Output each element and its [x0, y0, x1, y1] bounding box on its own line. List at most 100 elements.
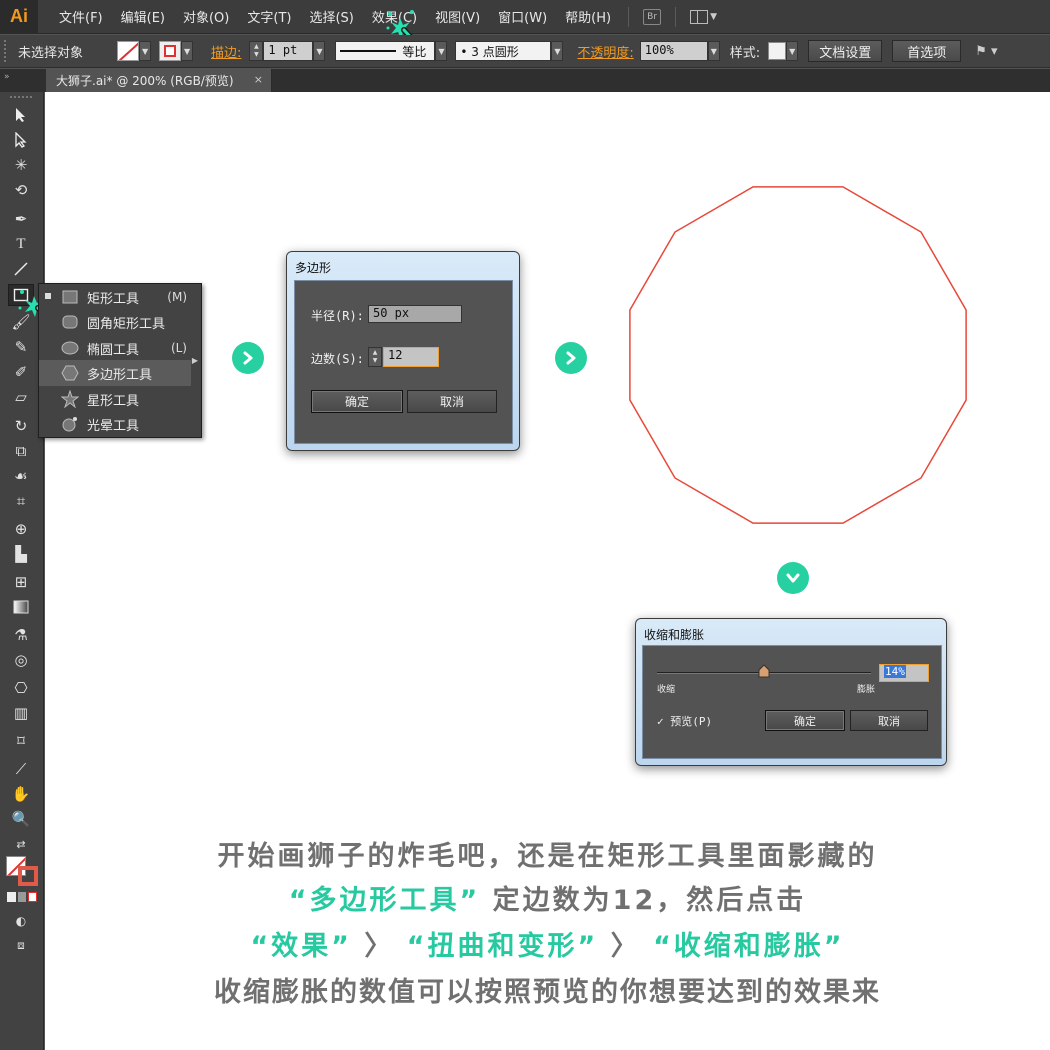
pucker-bloat-value-input[interactable]: 14%: [879, 664, 929, 682]
drawing-mode-icon[interactable]: ◐: [8, 910, 34, 932]
caption-separator: 〉: [364, 931, 395, 962]
panel-menu-icon[interactable]: ⚑ ▾: [975, 44, 997, 59]
default-colors-icon[interactable]: ⇄: [8, 833, 34, 855]
sides-input[interactable]: 12: [383, 347, 439, 367]
flyout-item-label: 多边形工具: [87, 367, 153, 383]
fill-stroke-swatch[interactable]: [6, 856, 38, 886]
shape-tools-flyout: 矩形工具 (M) 圆角矩形工具 椭圆工具 (L) 多边形工具 星形工具 光晕工具…: [38, 283, 202, 438]
screen-mode-icon[interactable]: ⧈: [8, 934, 34, 956]
blob-brush-icon[interactable]: ✐: [8, 361, 34, 383]
scale-tool-icon[interactable]: ⧉: [8, 440, 34, 462]
flyout-item-label: 星形工具: [87, 393, 140, 409]
document-tab[interactable]: 大狮子.ai* @ 200% (RGB/预览) ×: [46, 69, 272, 92]
hand-tool-icon[interactable]: ✋: [8, 783, 34, 805]
menu-object[interactable]: 对象(O): [174, 7, 238, 26]
shortcut-label: (L): [170, 341, 187, 355]
brush-dropdown[interactable]: ▼: [551, 41, 564, 61]
stroke-profile-field[interactable]: 等比: [335, 41, 436, 61]
flyout-item-flare[interactable]: 光晕工具: [39, 411, 191, 437]
stroke-label[interactable]: 描边:: [207, 42, 245, 61]
preview-checkbox[interactable]: ✓ 预览(P): [657, 713, 712, 729]
panel-grip[interactable]: [10, 96, 32, 100]
caption-line-2: “多边形工具” 定边数为12，然后点击: [45, 878, 1050, 917]
fill-swatch[interactable]: [117, 41, 140, 61]
free-transform-icon[interactable]: ⌗: [8, 490, 34, 512]
caption-highlight: “扭曲和变形”: [406, 931, 599, 962]
stroke-swatch[interactable]: [159, 41, 182, 61]
flyout-item-polygon[interactable]: 多边形工具: [39, 360, 191, 386]
opacity-label[interactable]: 不透明度:: [573, 42, 637, 61]
mesh-tool-icon[interactable]: ⊞: [8, 571, 34, 593]
ok-button[interactable]: 确定: [311, 390, 403, 413]
menu-help[interactable]: 帮助(H): [556, 7, 620, 26]
type-tool-icon[interactable]: T: [8, 233, 34, 255]
chevron-down-icon[interactable]: ▼: [710, 12, 717, 22]
artboard-tool-icon[interactable]: ⌑: [8, 730, 34, 752]
brush-field[interactable]: • 3 点圆形: [455, 41, 552, 61]
pucker-label: 收缩: [657, 685, 676, 695]
line-tool-icon[interactable]: [8, 258, 34, 280]
pen-tool-icon[interactable]: ✒: [8, 208, 34, 230]
close-icon[interactable]: ×: [254, 73, 263, 86]
perspective-grid-icon[interactable]: ▙: [8, 543, 34, 565]
stroke-dropdown[interactable]: ▼: [181, 41, 194, 61]
lasso-icon[interactable]: ⟲: [8, 179, 34, 201]
flyout-expand-icon[interactable]: ▶: [192, 356, 198, 365]
flyout-item-rectangle[interactable]: 矩形工具 (M): [39, 284, 191, 310]
flyout-item-ellipse[interactable]: 椭圆工具 (L): [39, 335, 191, 361]
graph-tool-icon[interactable]: ▥: [8, 702, 34, 724]
zoom-tool-icon[interactable]: 🔍: [8, 808, 34, 830]
flyout-item-star[interactable]: 星形工具: [39, 386, 191, 412]
magic-wand-icon[interactable]: ✳: [8, 154, 34, 176]
menu-select[interactable]: 选择(S): [300, 7, 362, 26]
selection-status: 未选择对象: [18, 45, 84, 61]
eraser-icon[interactable]: ▱: [8, 386, 34, 408]
symbol-sprayer-icon[interactable]: ⎔: [8, 677, 34, 699]
dodecagon-shape[interactable]: [620, 178, 976, 532]
radius-input[interactable]: 50 px: [368, 305, 462, 323]
caption-text: 定边数为12，然后点击: [492, 885, 807, 916]
ok-button[interactable]: 确定: [765, 710, 845, 731]
collapse-icon[interactable]: »: [4, 72, 10, 82]
slice-tool-icon[interactable]: ⟋: [8, 758, 34, 780]
rotate-tool-icon[interactable]: ↻: [8, 415, 34, 437]
warp-tool-icon[interactable]: ☙: [8, 465, 34, 487]
bridge-button[interactable]: Br: [643, 8, 662, 25]
gradient-tool-icon[interactable]: [8, 596, 34, 618]
fill-dropdown[interactable]: ▼: [139, 41, 152, 61]
caption-line-3: “效果” 〉 “扭曲和变形” 〉 “收缩和膨胀”: [45, 924, 1050, 963]
flyout-item-rounded-rectangle[interactable]: 圆角矩形工具: [39, 309, 191, 335]
cancel-button[interactable]: 取消: [407, 390, 497, 413]
arrange-documents-icon[interactable]: [690, 9, 709, 24]
stroke-profile-dropdown[interactable]: ▼: [435, 41, 448, 61]
opacity-field[interactable]: 100%: [639, 41, 708, 61]
stroke-weight-stepper[interactable]: ▲ ▼: [249, 41, 264, 61]
flyout-item-label: 矩形工具: [87, 291, 140, 307]
blend-tool-icon[interactable]: ◎: [8, 649, 34, 671]
direct-selection-tool-icon[interactable]: [8, 129, 34, 151]
rounded-rectangle-icon: [59, 311, 81, 333]
slider-thumb-icon[interactable]: [758, 664, 770, 678]
shape-builder-icon[interactable]: ⊕: [8, 518, 34, 540]
style-swatch[interactable]: [768, 42, 787, 60]
selection-tool-icon[interactable]: [8, 104, 34, 126]
menu-type[interactable]: 文字(T): [238, 7, 300, 26]
preferences-button[interactable]: 首选项: [892, 40, 962, 62]
eyedropper-icon[interactable]: ⚗: [8, 624, 34, 646]
dialog-title: 收缩和膨胀: [644, 628, 705, 642]
sides-stepper[interactable]: ▲ ▼: [368, 347, 382, 367]
menu-window[interactable]: 窗口(W): [489, 7, 556, 26]
stroke-weight-dropdown[interactable]: ▼: [313, 41, 326, 61]
control-bar: 未选择对象 ▼ ▼ 描边: ▲ ▼ 1 pt ▼ 等比 ▼ • 3 点圆形 ▼ 不…: [0, 35, 1050, 68]
pencil-icon[interactable]: ✎: [8, 336, 34, 358]
color-mode-icon[interactable]: [7, 892, 37, 904]
menu-file[interactable]: 文件(F): [50, 7, 112, 26]
cancel-button[interactable]: 取消: [850, 710, 928, 731]
opacity-dropdown[interactable]: ▼: [707, 41, 720, 61]
menu-edit[interactable]: 编辑(E): [112, 7, 174, 26]
document-setup-button[interactable]: 文档设置: [808, 40, 883, 62]
stroke-weight-field[interactable]: 1 pt: [263, 41, 314, 61]
panel-grip[interactable]: [4, 40, 10, 62]
style-dropdown[interactable]: ▼: [786, 41, 799, 61]
flyout-item-label: 光晕工具: [87, 418, 140, 434]
